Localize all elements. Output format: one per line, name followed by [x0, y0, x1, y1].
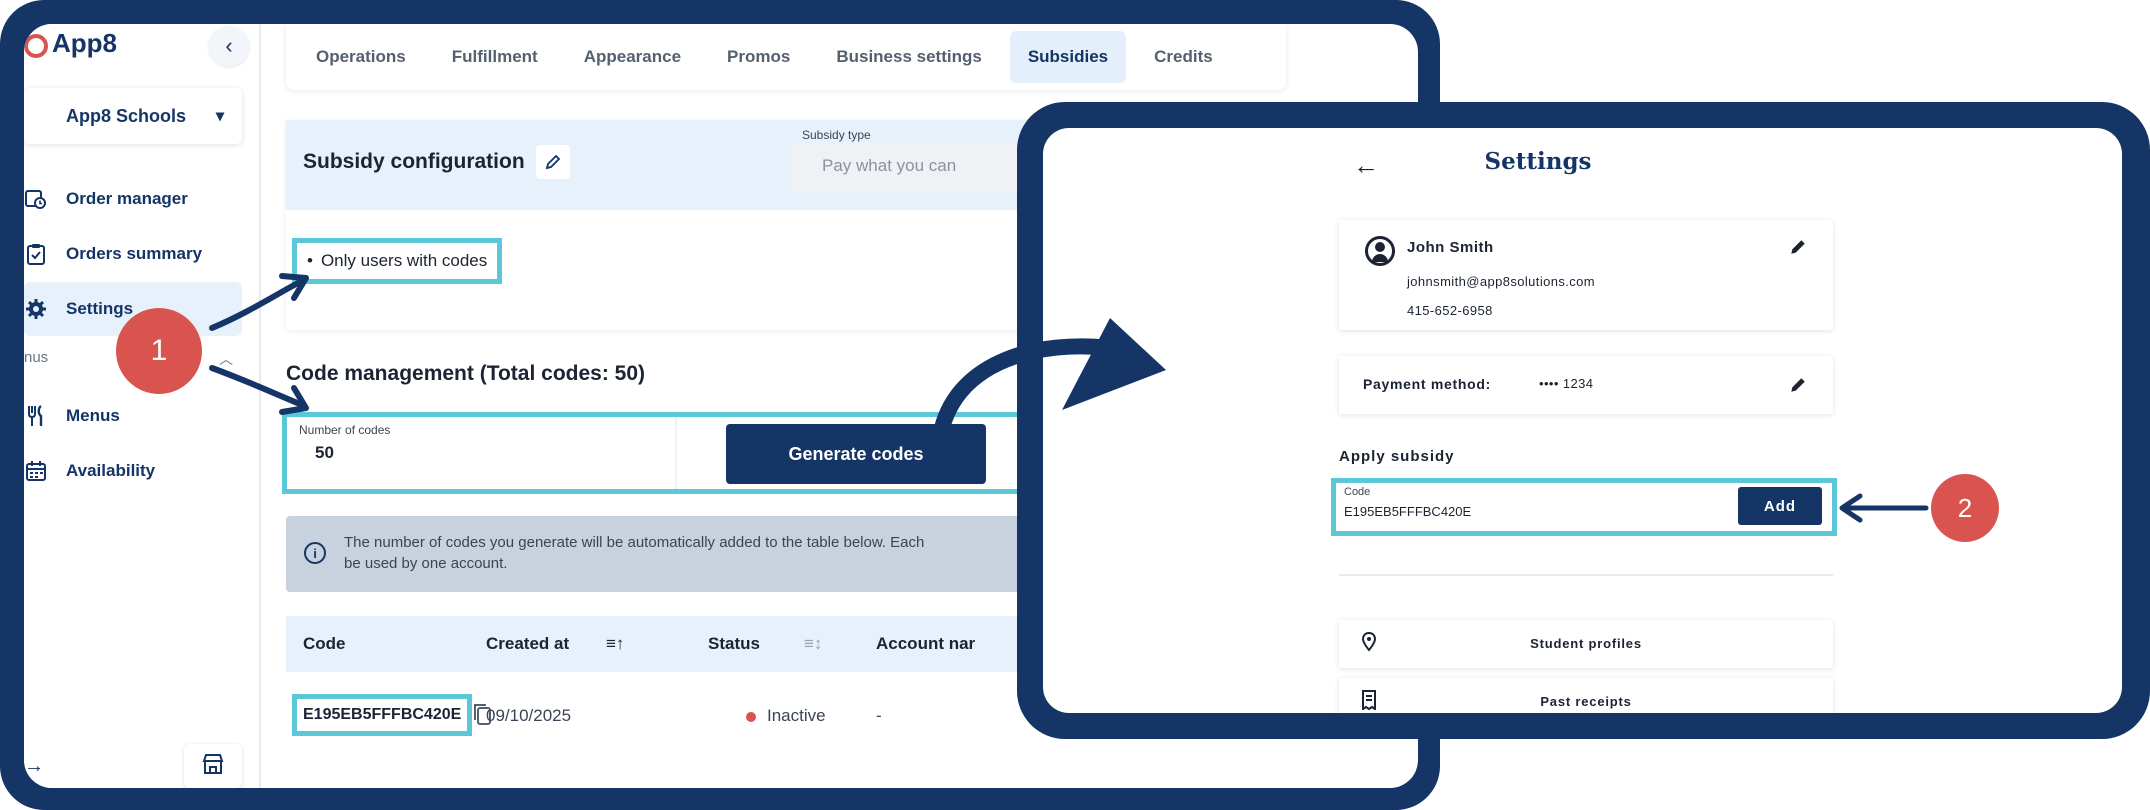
step-marker-1: 1: [116, 308, 202, 394]
avatar-icon: [1365, 236, 1395, 266]
only-codes-option: • Only users with codes: [292, 238, 503, 284]
sidebar: App8 ‹ App8 Schools ▾ Order manager Orde…: [24, 24, 261, 788]
profile-phone: 415-652-6958: [1407, 303, 1493, 318]
subsidy-type-field[interactable]: Pay what you can: [792, 142, 1042, 194]
code-management-title: Code management (Total codes: 50): [286, 362, 646, 385]
chevron-down-icon: ▾: [216, 108, 225, 125]
sidebar-item-menus[interactable]: Menus: [24, 389, 242, 443]
divider: [1339, 574, 1833, 576]
clipboard-check-icon: [24, 242, 48, 266]
sidebar-item-orders-summary[interactable]: Orders summary: [24, 227, 242, 281]
code-field-value[interactable]: E195EB5FFFBC420E: [1344, 504, 1471, 519]
number-of-codes-label: Number of codes: [299, 423, 391, 437]
payment-card: Payment method: •••• 1234: [1339, 356, 1833, 414]
tab-credits[interactable]: Credits: [1136, 31, 1231, 83]
profile-email: johnsmith@app8solutions.com: [1407, 274, 1596, 289]
profile-card: John Smith johnsmith@app8solutions.com 4…: [1339, 220, 1833, 330]
sidebar-group-label: nus: [24, 349, 49, 366]
calendar-clock-icon: [24, 187, 48, 211]
tab-appearance[interactable]: Appearance: [566, 31, 699, 83]
info-banner: i The number of codes you generate will …: [286, 516, 1086, 592]
column-created-at: Created at: [486, 634, 570, 653]
logout-arrow-icon[interactable]: →: [24, 755, 44, 778]
fork-knife-icon: [24, 404, 48, 428]
tab-operations[interactable]: Operations: [298, 31, 424, 83]
divider: [675, 417, 677, 489]
sidebar-item-label: Menus: [66, 406, 120, 425]
app8-logo-icon: [24, 30, 48, 58]
subsidy-config-title: Subsidy configuration: [303, 150, 525, 173]
brand: App8: [24, 28, 117, 59]
chevron-up-icon[interactable]: ︿: [219, 349, 233, 369]
collapse-sidebar-button[interactable]: ‹: [209, 26, 249, 66]
mobile-settings-screen: ← Settings John Smith johnsmith@app8solu…: [1043, 128, 2122, 713]
calendar-icon: [24, 459, 48, 483]
chevron-left-icon: ‹: [225, 33, 233, 58]
column-account-name: Account nar: [876, 634, 976, 653]
edit-payment-icon[interactable]: [1789, 376, 1807, 394]
sidebar-item-label: Order manager: [66, 189, 188, 208]
past-receipts-item[interactable]: Past receipts: [1339, 678, 1833, 713]
org-selector[interactable]: App8 Schools ▾: [24, 88, 242, 144]
number-of-codes-value[interactable]: 50: [315, 443, 334, 463]
payment-label: Payment method:: [1363, 376, 1491, 392]
edit-profile-icon[interactable]: [1789, 238, 1807, 256]
generate-codes-button[interactable]: Generate codes: [726, 424, 986, 484]
past-receipts-label: Past receipts: [1540, 694, 1632, 709]
student-profiles-item[interactable]: Student profiles: [1339, 620, 1833, 668]
column-status: Status: [708, 634, 760, 653]
gear-icon: [24, 297, 48, 321]
info-text: The number of codes you generate will be…: [344, 532, 1074, 574]
storefront-icon: [202, 753, 224, 779]
apply-subsidy-label: Apply subsidy: [1339, 448, 1455, 465]
tab-promos[interactable]: Promos: [709, 31, 808, 83]
brand-name: App8: [52, 28, 117, 58]
student-profiles-label: Student profiles: [1530, 636, 1642, 651]
sidebar-item-order-manager[interactable]: Order manager: [24, 172, 242, 226]
add-code-button[interactable]: Add: [1738, 487, 1822, 525]
tab-business-settings[interactable]: Business settings: [818, 31, 1000, 83]
tab-fulfillment[interactable]: Fulfillment: [434, 31, 556, 83]
storefront-button[interactable]: [184, 744, 242, 788]
info-text-line2: be used by one account.: [344, 555, 508, 572]
info-text-line1: The number of codes you generate will be…: [344, 534, 925, 551]
page-title: Settings: [1484, 148, 1592, 175]
sort-icon[interactable]: ≡↕: [804, 634, 822, 654]
subsidy-code-input[interactable]: Code E195EB5FFFBC420E Add: [1331, 478, 1837, 536]
created-at-cell: 09/10/2025: [486, 706, 572, 725]
pencil-icon: [545, 154, 561, 170]
bullet: •: [307, 251, 313, 270]
status-dot: [746, 712, 756, 722]
only-codes-label: Only users with codes: [320, 251, 488, 270]
back-arrow-icon[interactable]: ←: [1353, 150, 1379, 181]
code-field-label: Code: [1344, 486, 1371, 498]
column-code: Code: [303, 634, 346, 653]
sort-ascending-icon[interactable]: ≡↑: [606, 634, 624, 654]
edit-subsidy-button[interactable]: [536, 145, 570, 179]
org-selector-label: App8 Schools: [66, 105, 187, 126]
status-cell: Inactive: [767, 706, 826, 725]
code-cell: E195EB5FFFBC420E: [292, 694, 473, 736]
sidebar-item-label: Availability: [66, 461, 156, 480]
payment-value: •••• 1234: [1539, 376, 1594, 391]
tab-subsidies[interactable]: Subsidies: [1009, 31, 1127, 83]
step-marker-2: 2: [1931, 474, 1999, 542]
right-screenshot-frame: ← Settings John Smith johnsmith@app8solu…: [1017, 102, 2150, 739]
sidebar-item-label: Orders summary: [66, 244, 203, 263]
info-icon: i: [304, 542, 326, 564]
account-cell: -: [876, 706, 882, 725]
profile-name: John Smith: [1407, 239, 1494, 256]
sidebar-item-availability[interactable]: Availability: [24, 444, 242, 498]
sidebar-item-label: Settings: [66, 299, 134, 318]
settings-tabs: Operations Fulfillment Appearance Promos…: [286, 24, 1286, 90]
subsidy-type-label: Subsidy type: [802, 128, 871, 142]
